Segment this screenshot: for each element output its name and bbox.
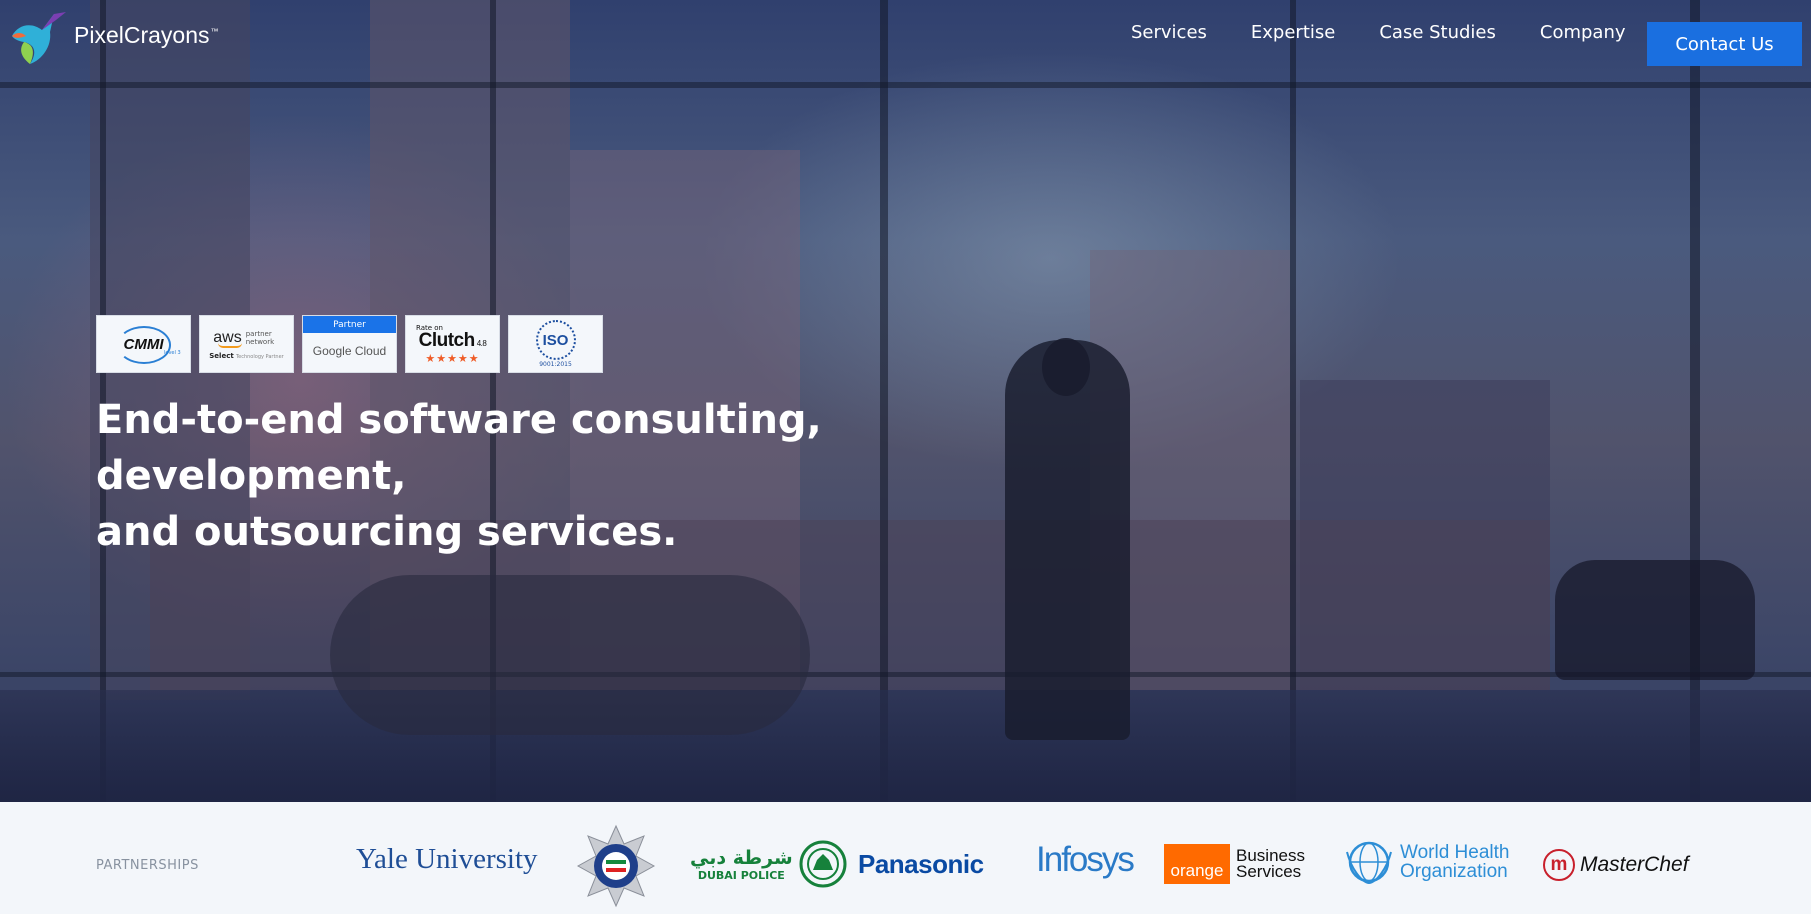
certification-badges: CMMI level 3 aws partner network Select … [96, 315, 611, 373]
brand-name: PixelCrayons™ [74, 21, 219, 48]
brand-logo[interactable]: PixelCrayons™ [8, 6, 219, 70]
iso-ring-icon: ISO [535, 320, 576, 360]
police-star-icon [576, 824, 656, 908]
aws-smile-icon [217, 343, 242, 348]
infosys-logo: Infosys [1036, 840, 1135, 879]
hero-headline: End-to-end software consulting, developm… [96, 397, 822, 555]
partnerships-label: PARTNERSHIPS [96, 858, 199, 873]
yale-logo: Yale University [356, 843, 538, 875]
hummingbird-icon [12, 12, 66, 64]
masterchef-logo: m MasterChef [1543, 849, 1689, 881]
window-frame [1290, 0, 1296, 802]
kuwait-police-logo [576, 822, 656, 910]
nav-expertise[interactable]: Expertise [1251, 22, 1335, 43]
masterchef-icon: m [1543, 849, 1575, 881]
orange-business-logo: orange Business Services [1164, 844, 1305, 884]
nav-services[interactable]: Services [1131, 22, 1207, 43]
window-frame [0, 672, 1811, 677]
star-rating-icon: ★★★★★ [425, 351, 480, 365]
table-silhouette [330, 575, 810, 735]
iso-badge: ISO 9001:2015 [508, 315, 603, 373]
cmmi-badge: CMMI level 3 [96, 315, 191, 373]
cmmi-ring-icon [117, 326, 171, 364]
aws-badge: aws partner network Select Technology Pa… [199, 315, 294, 373]
clutch-badge: Rate on Clutch 4.8 ★★★★★ [405, 315, 500, 373]
window-frame [1690, 0, 1700, 802]
globe-icon [1346, 841, 1392, 885]
dubai-police-logo: شرطة دبي DUBAI POLICE [690, 840, 847, 888]
nav-company[interactable]: Company [1540, 22, 1626, 43]
window-frame [0, 82, 1811, 88]
google-cloud-badge: Partner Google Cloud [302, 315, 397, 373]
main-nav: Services Expertise Case Studies Company [1131, 22, 1626, 43]
person-head [1042, 338, 1090, 396]
floor [0, 690, 1811, 802]
chair-silhouette [1555, 560, 1755, 680]
dubai-emblem-icon [799, 840, 847, 888]
contact-us-button[interactable]: Contact Us [1647, 22, 1802, 66]
panasonic-logo: Panasonic [858, 849, 984, 879]
who-logo: World Health Organization [1343, 838, 1509, 886]
nav-case-studies[interactable]: Case Studies [1379, 22, 1496, 43]
